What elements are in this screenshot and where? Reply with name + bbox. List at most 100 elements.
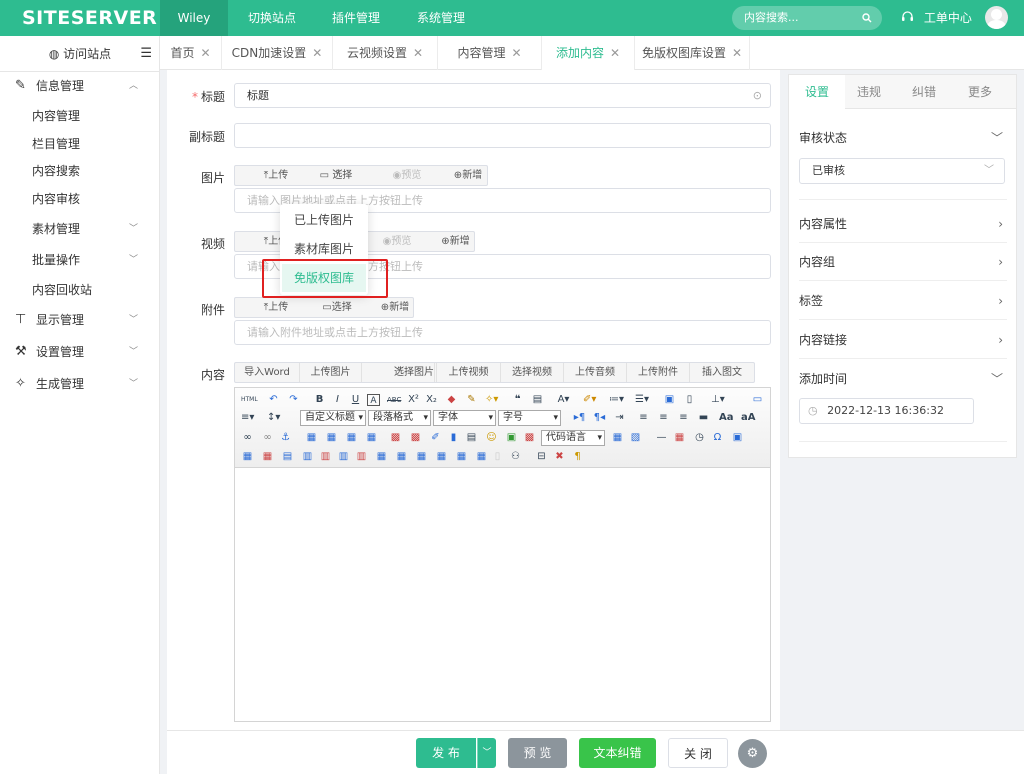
content-link-row[interactable]: 内容链接 › <box>799 321 1007 359</box>
direction-rtl-icon[interactable]: ¶◂ <box>593 412 606 424</box>
upload-attachment-button[interactable]: 上传附件 <box>627 363 690 382</box>
upload-image-button[interactable]: 上传图片 <box>300 363 362 382</box>
unordered-list-icon[interactable]: ☰▾ <box>635 394 649 406</box>
fullscreen-icon[interactable]: ▭ <box>751 394 764 406</box>
align-left-icon[interactable]: ≡ <box>637 412 650 424</box>
underline-icon[interactable]: U <box>349 394 362 406</box>
font-color-icon[interactable]: A▾ <box>557 394 570 406</box>
video-icon[interactable]: ▮ <box>447 432 460 444</box>
tab-cdn-settings[interactable]: CDN加速设置 ✕ <box>222 36 333 70</box>
upload-video-button[interactable]: 上传视频 <box>437 363 501 382</box>
select-video-button[interactable]: 选择视频 <box>501 363 564 382</box>
image-right-icon[interactable]: ▦ <box>345 432 358 444</box>
sidebar-item-recycle-bin[interactable]: 内容回收站 <box>0 277 160 303</box>
clear-doc-icon[interactable]: ▯ <box>683 394 696 406</box>
image-preview-button[interactable]: ◉ 预览 <box>365 166 429 185</box>
image-select-button[interactable]: ▭ 选择 ﹀ <box>297 166 365 185</box>
dropdown-item-uploaded-images[interactable]: 已上传图片 <box>280 206 368 234</box>
add-time-input[interactable]: ◷ 2022-12-13 16:36:32 <box>799 398 974 424</box>
attachment-add-button[interactable]: ⊕ 新增 <box>357 298 413 317</box>
nav-plugin-management[interactable]: 插件管理 <box>332 0 380 36</box>
sidebar-group-settings-management[interactable]: ⚒ 设置管理 ﹀ <box>0 338 160 366</box>
audit-status-row[interactable]: 审核状态 ﹀ <box>799 119 1007 157</box>
emotion-icon[interactable]: ☺ <box>485 432 498 444</box>
import-word-button[interactable]: 导入Word <box>235 363 300 382</box>
tags-row[interactable]: 标签 › <box>799 282 1007 320</box>
close-icon[interactable]: ✕ <box>413 46 423 60</box>
sidebar-item-content-search[interactable]: 内容搜索 <box>0 158 160 184</box>
content-group-row[interactable]: 内容组 › <box>799 243 1007 281</box>
publish-button[interactable]: 发 布 <box>416 738 476 768</box>
insert-paragraph-before-table-icon[interactable]: ▤ <box>281 451 294 463</box>
sidebar-item-content-management[interactable]: 内容管理 <box>0 103 160 129</box>
attachment-upload-button[interactable]: ⤒ 上传 <box>235 298 297 317</box>
print-icon[interactable]: ▯ <box>491 451 504 463</box>
merge-cells-icon[interactable]: ▦ <box>375 451 388 463</box>
image-left-icon[interactable]: ▦ <box>325 432 338 444</box>
simple-upload-icon[interactable]: ▩ <box>389 432 402 444</box>
bold-icon[interactable]: B <box>313 394 326 406</box>
close-button[interactable]: 关 闭 <box>668 738 728 768</box>
format-brush-icon[interactable]: ✎ <box>465 394 478 406</box>
tab-correction[interactable]: 纠错 <box>896 75 952 109</box>
merge-right-icon[interactable]: ▦ <box>395 451 408 463</box>
split-cells-icon[interactable]: ▦ <box>435 451 448 463</box>
time-icon[interactable]: ◷ <box>693 432 706 444</box>
menu-toggle-icon[interactable]: ☰ <box>140 36 152 72</box>
font-border-icon[interactable]: A <box>367 394 380 406</box>
unlink-icon[interactable]: ∞ <box>261 432 274 444</box>
spellcheck-icon[interactable]: ¶ <box>571 451 584 463</box>
tab-settings[interactable]: 设置 <box>789 75 845 109</box>
eraser-icon[interactable]: ◆ <box>445 394 458 406</box>
subtitle-input[interactable] <box>234 123 771 148</box>
add-time-row[interactable]: 添加时间 ﹀ <box>799 360 1007 398</box>
help-center-link[interactable]: 工单中心 <box>901 0 972 36</box>
current-site-button[interactable]: Wiley <box>160 0 228 36</box>
delete-table-icon[interactable]: ▦ <box>261 451 274 463</box>
nav-switch-site[interactable]: 切换站点 <box>248 0 296 36</box>
sidebar-item-channel-management[interactable]: 栏目管理 <box>0 131 160 157</box>
sidebar-item-material-management[interactable]: 素材管理 ﹀ <box>0 216 160 242</box>
image-add-button[interactable]: ⊕ 新增 <box>429 166 487 185</box>
audio-icon[interactable]: ▤ <box>465 432 478 444</box>
link-icon[interactable]: ∞ <box>241 432 254 444</box>
custom-title-select[interactable]: 自定义标题 <box>300 410 366 426</box>
visit-site-link[interactable]: ◍ 访问站点 ☰ <box>0 36 160 72</box>
undo-icon[interactable]: ↶ <box>267 394 280 406</box>
rich-text-editor[interactable]: HTML ↶ ↷ B I U A ABC X² X₂ ◆ ✎ ✧▾ ❝ ▤ A▾… <box>234 387 771 722</box>
draft-icon[interactable]: ⊟ <box>535 451 548 463</box>
indent-icon[interactable]: ⇥ <box>613 412 626 424</box>
insert-image-icon[interactable]: ▩ <box>409 432 422 444</box>
blockquote-icon[interactable]: ❝ <box>511 394 524 406</box>
attachment-select-button[interactable]: ▭ 选择 <box>297 298 357 317</box>
search-input[interactable]: 内容搜索... <box>732 6 882 30</box>
line-height-icon[interactable]: ↕▾ <box>267 412 280 424</box>
close-icon[interactable]: ✕ <box>312 46 322 60</box>
tab-home[interactable]: 首页 ✕ <box>160 36 222 70</box>
sidebar-group-generate-management[interactable]: ✧ 生成管理 ﹀ <box>0 370 160 398</box>
html-source-icon[interactable]: HTML <box>241 394 258 406</box>
auto-format-icon[interactable]: ✧▾ <box>485 394 498 406</box>
image-center-icon[interactable]: ▦ <box>365 432 378 444</box>
delete-row-icon[interactable]: ▥ <box>319 451 332 463</box>
close-icon[interactable]: ✕ <box>732 46 742 60</box>
strikethrough-icon[interactable]: ABC <box>387 394 401 406</box>
tab-free-image-library-settings[interactable]: 免版权图库设置 ✕ <box>635 36 750 70</box>
close-icon[interactable]: ✕ <box>511 46 521 60</box>
tab-violation[interactable]: 违规 <box>841 75 897 109</box>
delete-col-icon[interactable]: ▥ <box>355 451 368 463</box>
video-add-button[interactable]: ⊕ 新增 <box>417 232 474 251</box>
row-spacing-icon[interactable]: ⊥▾ <box>711 394 725 406</box>
insert-col-icon[interactable]: ▥ <box>337 451 350 463</box>
align-justify-icon[interactable]: ▬ <box>697 412 710 424</box>
horizontal-rule-icon[interactable]: — <box>655 432 668 444</box>
tab-content-management[interactable]: 内容管理 ✕ <box>438 36 542 70</box>
select-image-button[interactable]: 选择图片 ﹀ <box>362 363 437 382</box>
sidebar-group-display-management[interactable]: ⊤ 显示管理 ﹀ <box>0 306 160 334</box>
search-replace-icon[interactable]: ⚇ <box>509 451 522 463</box>
insert-table-icon[interactable]: ▦ <box>241 451 254 463</box>
avatar[interactable] <box>985 6 1008 29</box>
sidebar-group-info-management[interactable]: ✎ 信息管理 ︿ <box>0 72 160 100</box>
background-icon[interactable]: ▧ <box>629 432 642 444</box>
anchor-icon[interactable]: ⚓ <box>279 432 292 444</box>
